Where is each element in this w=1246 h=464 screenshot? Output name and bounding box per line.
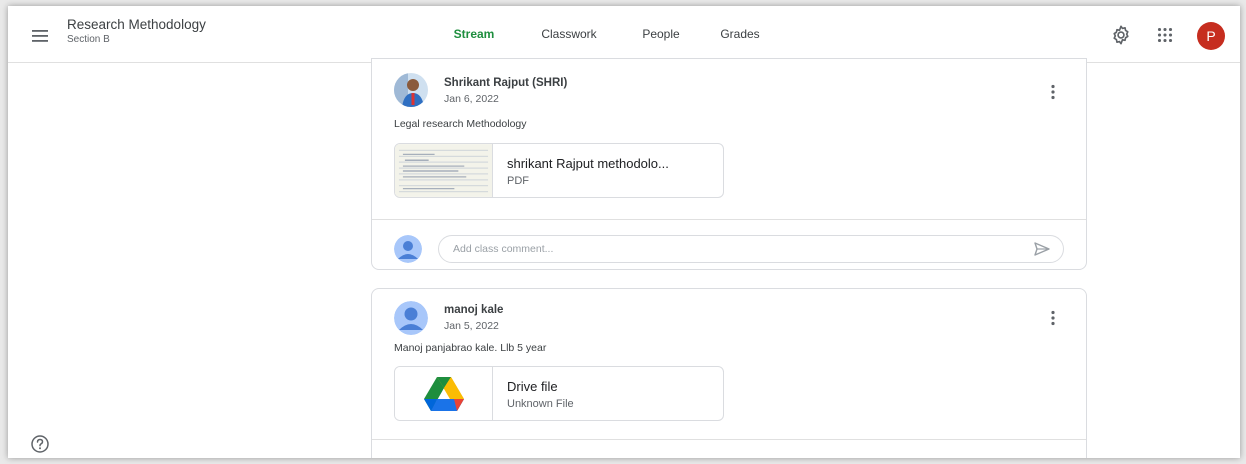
attachment-title: shrikant Rajput methodolo... bbox=[507, 156, 669, 171]
more-options-icon[interactable] bbox=[1044, 83, 1062, 101]
user-avatar-icon bbox=[394, 235, 422, 263]
tab-classwork[interactable]: Classwork bbox=[518, 6, 620, 62]
attachment-thumbnail bbox=[395, 367, 493, 420]
attachment-card[interactable]: Drive file Unknown File bbox=[394, 366, 724, 421]
top-bar: Research Methodology Section B Stream Cl… bbox=[8, 6, 1240, 63]
google-drive-icon bbox=[424, 377, 464, 411]
class-title: Research Methodology bbox=[67, 17, 206, 32]
stream-post: manoj kale Jan 5, 2022 Manoj panjabrao k… bbox=[371, 288, 1087, 458]
more-options-icon[interactable] bbox=[1044, 309, 1062, 327]
divider bbox=[372, 219, 1086, 220]
author-avatar[interactable] bbox=[394, 73, 428, 107]
class-title-block[interactable]: Research Methodology Section B bbox=[67, 17, 206, 47]
account-avatar[interactable]: P bbox=[1197, 22, 1225, 50]
menu-icon[interactable] bbox=[28, 24, 52, 48]
tab-bar: Stream Classwork People Grades bbox=[430, 6, 778, 62]
tab-stream[interactable]: Stream bbox=[430, 6, 518, 62]
class-section: Section B bbox=[67, 34, 110, 45]
stream-post: Shrikant Rajput (SHRI) Jan 6, 2022 Legal… bbox=[371, 58, 1087, 270]
post-date: Jan 6, 2022 bbox=[444, 93, 499, 105]
attachment-card[interactable]: shrikant Rajput methodolo... PDF bbox=[394, 143, 724, 198]
attachment-type: Unknown File bbox=[507, 398, 574, 410]
apps-grid-icon[interactable] bbox=[1154, 24, 1176, 46]
post-text: Legal research Methodology bbox=[394, 118, 527, 130]
comment-input[interactable] bbox=[438, 235, 1064, 263]
post-date: Jan 5, 2022 bbox=[444, 320, 499, 332]
divider bbox=[372, 439, 1086, 440]
attachment-title: Drive file bbox=[507, 379, 558, 394]
help-icon[interactable] bbox=[30, 434, 50, 454]
send-icon[interactable] bbox=[1032, 239, 1052, 259]
classroom-app: Research Methodology Section B Stream Cl… bbox=[8, 6, 1240, 458]
pdf-thumbnail bbox=[395, 144, 493, 197]
gear-icon[interactable] bbox=[1110, 24, 1132, 46]
author-name: manoj kale bbox=[444, 304, 504, 316]
author-avatar[interactable] bbox=[394, 301, 428, 335]
tab-grades[interactable]: Grades bbox=[702, 6, 778, 62]
tab-people[interactable]: People bbox=[620, 6, 702, 62]
attachment-type: PDF bbox=[507, 175, 529, 187]
post-text: Manoj panjabrao kale. Llb 5 year bbox=[394, 342, 547, 354]
author-name: Shrikant Rajput (SHRI) bbox=[444, 77, 568, 89]
